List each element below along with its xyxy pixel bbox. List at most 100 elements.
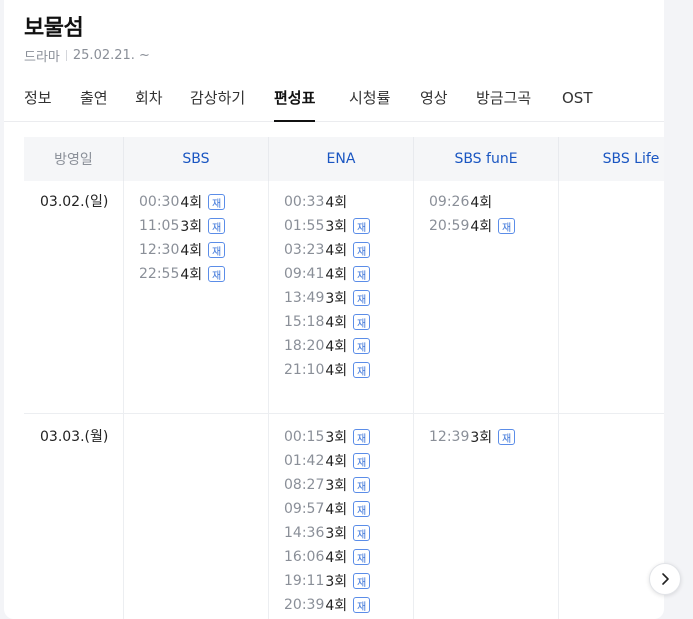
broadcast-slot-sbs: 11:05 3회 재 <box>139 216 226 236</box>
rerun-badge: 재 <box>353 290 371 306</box>
tab-episodes[interactable]: 회차 <box>135 84 163 122</box>
tab-video[interactable]: 영상 <box>420 84 448 122</box>
program-air-date: 25.02.21. ~ <box>72 48 150 63</box>
row-divider <box>24 413 664 414</box>
schedule-date: 03.02.(일) <box>40 194 109 210</box>
episode-number: 4회 <box>180 243 203 259</box>
channel-header-sbs-fune: SBS funE <box>413 137 558 181</box>
episode-number: 4회 <box>325 363 348 379</box>
broadcast-time: 13:49 <box>284 290 325 306</box>
rerun-badge: 재 <box>353 266 371 282</box>
broadcast-slot-ena: 16:06 4회 재 <box>284 547 371 567</box>
episode-number: 3회 <box>325 219 348 235</box>
rerun-badge: 재 <box>353 453 371 469</box>
broadcast-time: 00:15 <box>284 429 325 445</box>
scroll-next-button[interactable] <box>649 563 681 595</box>
broadcast-time: 00:33 <box>284 194 325 210</box>
broadcast-time: 09:26 <box>429 194 470 210</box>
broadcast-slot-ena: 15:18 4회 재 <box>284 312 371 332</box>
program-title: 보물섬 <box>24 16 84 41</box>
broadcast-slot-sbs-fune: 20:59 4회 재 <box>429 216 516 236</box>
rerun-badge: 재 <box>353 338 371 354</box>
episode-number: 3회 <box>325 291 348 307</box>
rerun-badge: 재 <box>353 597 371 613</box>
schedule-table: 방영일 SBS ENA SBS funE SBS Life 03.02.(일) … <box>24 137 664 619</box>
broadcast-slot-sbs: 00:30 4회 재 <box>139 192 226 212</box>
broadcast-slot-sbs: 22:55 4회 재 <box>139 264 226 284</box>
tab-bar: 정보 출연 회차 감상하기 편성표 시청률 영상 방금그곡 OST <box>4 84 664 122</box>
episode-number: 3회 <box>470 430 493 446</box>
episode-number: 4회 <box>470 195 493 211</box>
tab-song[interactable]: 방금그곡 <box>476 84 531 122</box>
episode-number: 3회 <box>325 574 348 590</box>
broadcast-slot-ena: 01:42 4회 재 <box>284 451 371 471</box>
episode-number: 4회 <box>325 339 348 355</box>
rerun-badge: 재 <box>208 194 226 210</box>
episode-number: 4회 <box>325 454 348 470</box>
schedule-date: 03.03.(월) <box>40 429 109 445</box>
episode-number: 3회 <box>180 219 203 235</box>
tab-ost[interactable]: OST <box>562 84 593 122</box>
broadcast-time: 14:36 <box>284 525 325 541</box>
broadcast-time: 16:06 <box>284 549 325 565</box>
chevron-right-icon <box>662 573 669 585</box>
episode-number: 4회 <box>180 195 203 211</box>
rerun-badge: 재 <box>498 429 516 445</box>
column-divider <box>268 181 269 619</box>
episode-number: 3회 <box>325 526 348 542</box>
tab-ratings[interactable]: 시청률 <box>349 84 390 122</box>
rerun-badge: 재 <box>353 573 371 589</box>
broadcast-time: 12:30 <box>139 242 180 258</box>
broadcast-slot-sbs-fune: 12:39 3회 재 <box>429 427 516 447</box>
episode-number: 4회 <box>325 502 348 518</box>
broadcast-time: 09:41 <box>284 266 325 282</box>
broadcast-slot-sbs-fune: 09:26 4회 <box>429 192 492 212</box>
broadcast-slot-ena: 01:55 3회 재 <box>284 216 371 236</box>
broadcast-time: 12:39 <box>429 429 470 445</box>
rerun-badge: 재 <box>353 218 371 234</box>
rerun-badge: 재 <box>353 362 371 378</box>
rerun-badge: 재 <box>353 242 371 258</box>
tab-watch[interactable]: 감상하기 <box>190 84 245 122</box>
program-meta: 드라마 25.02.21. ~ <box>24 46 150 65</box>
tab-schedule[interactable]: 편성표 <box>274 84 316 122</box>
program-card: 보물섬 드라마 25.02.21. ~ 정보 출연 회차 감상하기 편성표 시청… <box>4 0 664 619</box>
broadcast-slot-ena: 14:36 3회 재 <box>284 523 371 543</box>
episode-number: 3회 <box>325 430 348 446</box>
broadcast-time: 19:11 <box>284 573 325 589</box>
broadcast-time: 01:55 <box>284 218 325 234</box>
tab-info[interactable]: 정보 <box>24 84 52 122</box>
episode-number: 4회 <box>325 195 348 211</box>
broadcast-time: 20:39 <box>284 597 325 613</box>
channel-header-ena: ENA <box>268 137 413 181</box>
rerun-badge: 재 <box>208 266 226 282</box>
broadcast-slot-ena: 18:20 4회 재 <box>284 336 371 356</box>
rerun-badge: 재 <box>353 501 371 517</box>
tab-cast[interactable]: 출연 <box>80 84 108 122</box>
episode-number: 3회 <box>325 478 348 494</box>
broadcast-slot-ena: 20:39 4회 재 <box>284 595 371 615</box>
broadcast-time: 03:23 <box>284 242 325 258</box>
broadcast-time: 01:42 <box>284 453 325 469</box>
episode-number: 4회 <box>325 243 348 259</box>
episode-number: 4회 <box>470 219 493 235</box>
broadcast-slot-ena: 21:10 4회 재 <box>284 360 371 380</box>
rerun-badge: 재 <box>353 549 371 565</box>
broadcast-time: 09:57 <box>284 501 325 517</box>
broadcast-time: 18:20 <box>284 338 325 354</box>
broadcast-time: 08:27 <box>284 477 325 493</box>
broadcast-slot-ena: 08:27 3회 재 <box>284 475 371 495</box>
broadcast-time: 15:18 <box>284 314 325 330</box>
broadcast-time: 11:05 <box>139 218 180 234</box>
column-divider <box>413 181 414 619</box>
rerun-badge: 재 <box>498 218 516 234</box>
broadcast-time: 20:59 <box>429 218 470 234</box>
rerun-badge: 재 <box>353 314 371 330</box>
column-divider <box>558 181 559 619</box>
date-column-header: 방영일 <box>24 137 123 181</box>
episode-number: 4회 <box>325 550 348 566</box>
rerun-badge: 재 <box>353 477 371 493</box>
broadcast-slot-sbs: 12:30 4회 재 <box>139 240 226 260</box>
broadcast-slot-ena: 19:11 3회 재 <box>284 571 371 591</box>
channel-header-sbs: SBS <box>123 137 268 181</box>
